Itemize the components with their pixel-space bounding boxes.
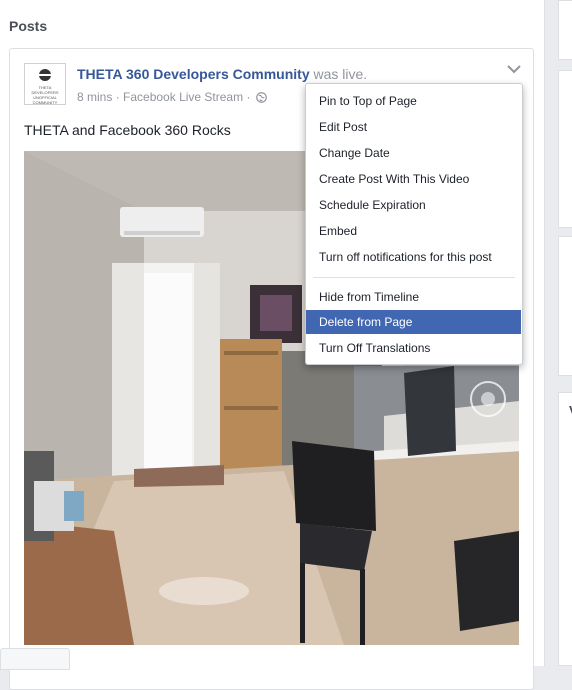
chevron-down-icon[interactable]	[506, 63, 522, 75]
page-name-link[interactable]: THETA 360 Developers Community	[77, 66, 310, 82]
menu-item-create-post-with-video[interactable]: Create Post With This Video	[306, 167, 522, 191]
post-meta: 8 mins · Facebook Live Stream ·	[77, 90, 267, 106]
post-source: Facebook Live Stream	[123, 90, 244, 104]
status-suffix: was live.	[313, 66, 368, 82]
bottom-chat-tab[interactable]	[0, 648, 70, 670]
menu-divider	[313, 277, 515, 278]
avatar-text: THETA DEVELOPERS UNOFFICIAL COMMUNITY	[31, 85, 59, 105]
post-header: THETA 360 Developers Community was live.	[77, 66, 367, 82]
page-avatar[interactable]: THETA DEVELOPERS UNOFFICIAL COMMUNITY	[24, 63, 66, 105]
menu-item-change-date[interactable]: Change Date	[306, 141, 522, 165]
meta-separator: ·	[115, 90, 120, 104]
right-column-box-3	[558, 236, 572, 376]
menu-item-hide-from-timeline[interactable]: Hide from Timeline	[306, 285, 522, 309]
right-column-box-1	[558, 0, 572, 60]
menu-item-turn-off-notifications[interactable]: Turn off notifications for this post	[306, 245, 522, 269]
meta-separator-2: ·	[246, 90, 251, 104]
menu-item-schedule-expiration[interactable]: Schedule Expiration	[306, 193, 522, 217]
globe-icon[interactable]	[255, 92, 267, 106]
menu-item-edit-post[interactable]: Edit Post	[306, 115, 522, 139]
right-column-box-4	[558, 392, 572, 666]
360-view-icon[interactable]	[470, 381, 506, 417]
post-options-menu: Pin to Top of Page Edit Post Change Date…	[305, 83, 523, 365]
post-body-text: THETA and Facebook 360 Rocks	[24, 122, 231, 138]
menu-item-embed[interactable]: Embed	[306, 219, 522, 243]
menu-item-turn-off-translations[interactable]: Turn Off Translations	[306, 336, 522, 360]
post-time-link[interactable]: 8 mins	[77, 90, 112, 104]
panel-title: Posts	[9, 18, 48, 34]
right-column-box-2	[558, 70, 572, 228]
menu-item-pin-to-top[interactable]: Pin to Top of Page	[306, 89, 522, 113]
menu-item-delete-from-page[interactable]: Delete from Page	[306, 310, 521, 334]
